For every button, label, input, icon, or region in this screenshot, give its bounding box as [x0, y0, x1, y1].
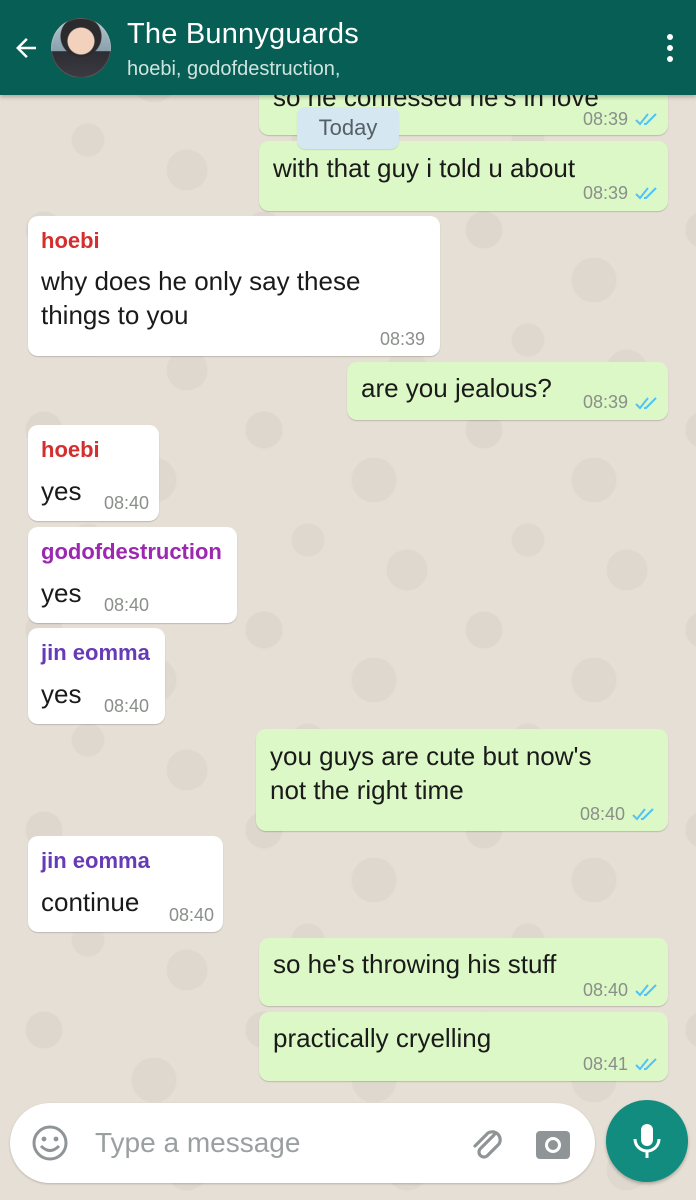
chat-participants[interactable]: hoebi, godofdestruction, — [127, 58, 341, 81]
paperclip-icon[interactable] — [466, 1123, 508, 1165]
message-bubble-outgoing[interactable]: you guys are cute but now's not the righ… — [256, 729, 668, 831]
message-composer: Type a message — [10, 1103, 595, 1183]
message-time: 08:41 — [583, 1054, 629, 1074]
mic-button[interactable] — [606, 1100, 688, 1182]
message-text: so he's throwing his stuff — [273, 949, 557, 979]
double-check-icon — [635, 397, 657, 410]
chat-title[interactable]: The Bunnyguards — [127, 18, 359, 51]
message-text: continue — [41, 887, 140, 917]
message-text: yes — [41, 679, 82, 709]
message-time: 08:40 — [104, 595, 150, 615]
double-check-icon — [635, 984, 657, 997]
message-time: 08:39 — [583, 392, 629, 412]
message-bubble-outgoing[interactable]: so he's throwing his stuff 08:40 — [259, 938, 668, 1006]
double-check-icon — [635, 113, 657, 126]
message-bubble-outgoing[interactable]: practically cryelling 08:41 — [259, 1012, 668, 1081]
arrow-left-icon — [16, 38, 36, 58]
sender-name[interactable]: hoebi — [41, 228, 100, 254]
double-check-icon — [635, 1058, 657, 1071]
sender-name[interactable]: hoebi — [41, 437, 100, 463]
message-bubble-outgoing[interactable]: with that guy i told u about 08:39 — [259, 141, 668, 211]
date-separator: Today — [297, 107, 399, 149]
message-text: practically cryelling — [273, 1023, 492, 1053]
message-time: 08:40 — [583, 980, 629, 1000]
message-text: yes — [41, 476, 82, 506]
message-time: 08:40 — [104, 696, 150, 716]
sender-name[interactable]: jin eomma — [41, 848, 150, 874]
message-text: with that guy i told u about — [273, 153, 576, 183]
message-time: 08:39 — [583, 109, 629, 129]
message-bubble-incoming[interactable]: jin eomma continue 08:40 — [28, 836, 223, 932]
double-check-icon — [635, 187, 657, 200]
message-time: 08:40 — [104, 493, 150, 513]
double-check-icon — [632, 808, 654, 821]
message-bubble-incoming[interactable]: hoebi why does he only say these things … — [28, 216, 440, 356]
emoji-icon[interactable] — [30, 1123, 70, 1163]
message-text: yes — [41, 578, 82, 608]
mic-icon — [633, 1124, 661, 1158]
message-time: 08:40 — [169, 905, 215, 925]
chat-header: The Bunnyguards hoebi, godofdestruction, — [0, 0, 696, 95]
message-bubble-incoming[interactable]: jin eomma yes 08:40 — [28, 628, 165, 724]
message-time: 08:40 — [580, 804, 626, 824]
camera-icon[interactable] — [532, 1123, 574, 1165]
message-text: why does he only say these things to you — [41, 266, 361, 330]
message-time: 08:39 — [583, 183, 629, 203]
back-button[interactable] — [8, 30, 44, 66]
message-text: you guys are cute but now's not the righ… — [270, 741, 592, 805]
more-vert-icon[interactable] — [662, 30, 678, 66]
message-text: are you jealous? — [361, 373, 552, 403]
message-input[interactable]: Type a message — [95, 1127, 300, 1159]
sender-name[interactable]: godofdestruction — [41, 539, 222, 565]
message-bubble-incoming[interactable]: hoebi yes 08:40 — [28, 425, 159, 521]
group-avatar[interactable] — [51, 18, 111, 78]
message-bubble-outgoing[interactable]: are you jealous? 08:39 — [347, 362, 668, 420]
message-time: 08:39 — [380, 329, 426, 349]
sender-name[interactable]: jin eomma — [41, 640, 150, 666]
message-bubble-incoming[interactable]: godofdestruction yes 08:40 — [28, 527, 237, 623]
